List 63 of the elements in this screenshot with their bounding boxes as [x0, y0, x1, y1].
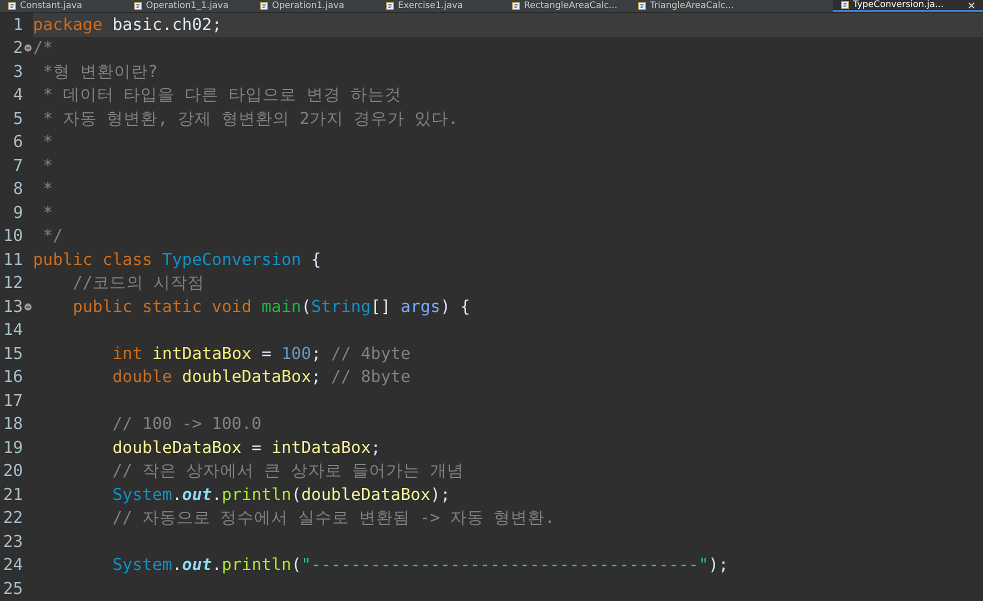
code-line: public class TypeConversion {: [33, 250, 322, 270]
code-line: //코드의 시작점: [72, 273, 205, 294]
line-number: 5: [13, 108, 23, 129]
java-file-icon: [8, 2, 16, 10]
line-number: 15: [3, 344, 23, 364]
code-line: System.out.println(doubleDataBox);: [111, 484, 450, 505]
code-line: // 자동으로 정수에서 실수로 변환됨 -> 자동 형변환.: [111, 508, 555, 528]
line-number: 25: [3, 578, 23, 599]
line-number: 21: [3, 484, 23, 505]
line-number: 10: [3, 226, 23, 246]
line-number: 19: [3, 438, 23, 458]
java-file-icon: [134, 2, 142, 10]
code-line: *형 변환이란?: [42, 62, 158, 82]
line-number: 16: [3, 367, 23, 388]
code-line: /*: [33, 38, 53, 58]
code-line: package basic.ch02;: [33, 14, 222, 35]
code-line: * 자동 형변환, 강제 형변환의 2가지 경우가 있다.: [42, 108, 458, 129]
code-line: *: [42, 132, 53, 152]
java-file-icon: [386, 2, 394, 10]
line-number: 6: [13, 132, 23, 152]
java-file-icon: [512, 2, 520, 10]
editor-tab[interactable]: TypeConversion.ja...: [833, 0, 983, 12]
editor-tab[interactable]: Operation1.java: [252, 0, 370, 12]
editor-tab[interactable]: Constant.java: [0, 0, 118, 12]
code-line: doubleDataBox = intDataBox;: [111, 438, 381, 458]
editor-tab[interactable]: RectangleAreaCalc...: [504, 0, 622, 12]
code-line: double doubleDataBox; // 8byte: [111, 367, 411, 388]
close-icon[interactable]: [968, 2, 975, 8]
line-number: 9: [13, 202, 23, 223]
code-line: *: [42, 156, 53, 176]
code-line: *: [42, 179, 53, 200]
line-number: 11: [3, 250, 23, 270]
editor-tab[interactable]: Exercise1.java: [378, 0, 496, 12]
editor-tab[interactable]: TriangleAreaCalc...: [630, 0, 748, 12]
line-number: 7: [13, 156, 23, 176]
code-line: System.out.println("---------------------------------------");: [111, 555, 728, 576]
line-number: 17: [3, 390, 23, 411]
line-number: 14: [3, 320, 23, 340]
line-number: 1: [13, 14, 23, 35]
line-number: 12: [3, 273, 23, 294]
java-file-icon: [841, 1, 849, 9]
code-line: public static void main(String[] args) {: [72, 296, 470, 317]
line-number: 24: [3, 555, 23, 576]
line-number: 8: [13, 179, 23, 200]
code-line: */: [42, 226, 63, 246]
line-number: 23: [3, 532, 23, 552]
java-file-icon: [638, 2, 646, 10]
java-file-icon: [260, 2, 268, 10]
line-number: 3: [13, 62, 23, 82]
editor-tab[interactable]: Operation1_1.java: [126, 0, 244, 12]
code-line: * 데이터 타입을 다른 타입으로 변경 하는것: [42, 85, 402, 106]
line-number: 2: [13, 38, 23, 58]
code-line: // 작은 상자에서 큰 상자로 들어가는 개념: [111, 461, 464, 482]
line-number: 4: [13, 85, 23, 106]
code-line: int intDataBox = 100; // 4byte: [111, 344, 411, 364]
fold-minus-icon[interactable]: [24, 44, 32, 52]
line-number: 13: [3, 296, 23, 317]
fold-minus-icon[interactable]: [24, 302, 32, 311]
line-number: 20: [3, 461, 23, 482]
code-line: // 100 -> 100.0: [111, 414, 262, 434]
code-line: *: [42, 202, 53, 223]
line-number: 22: [3, 508, 23, 528]
line-number: 18: [3, 414, 23, 434]
